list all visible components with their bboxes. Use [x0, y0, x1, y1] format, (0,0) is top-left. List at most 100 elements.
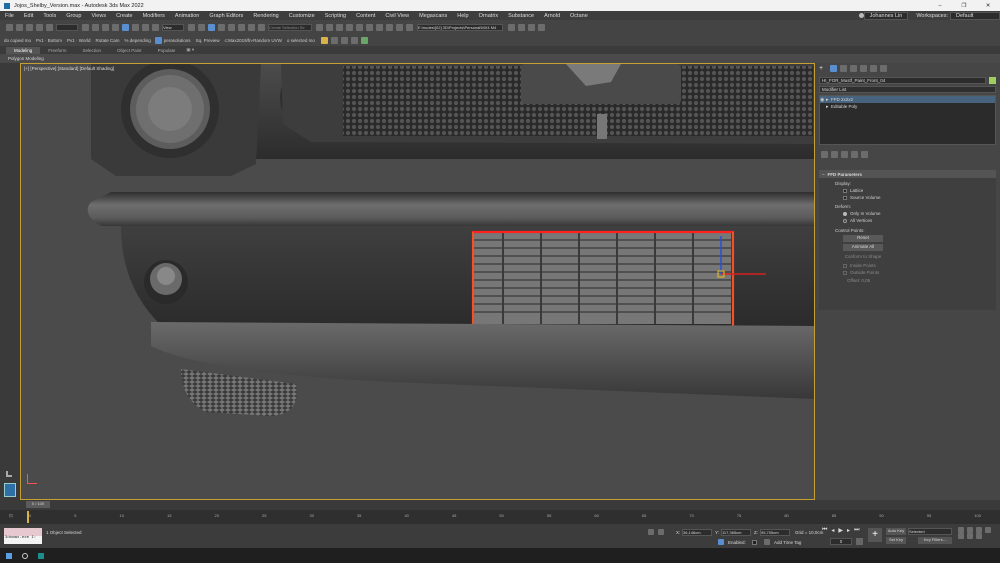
spinner-snap-icon[interactable]: [247, 24, 255, 31]
tab-populate[interactable]: Populate: [150, 47, 184, 54]
render-icon[interactable]: [405, 24, 413, 31]
animate-all-button[interactable]: Animate All: [843, 244, 883, 251]
selected-dropdown[interactable]: Selected: [908, 528, 952, 535]
window-tool-icon[interactable]: [351, 37, 359, 44]
pin-stack-icon[interactable]: [820, 150, 828, 158]
open-icon[interactable]: [527, 24, 535, 31]
tab-object-paint[interactable]: Object Paint: [109, 47, 150, 54]
go-to-end-icon[interactable]: ⏭: [854, 527, 859, 534]
reset-button[interactable]: Reset: [843, 235, 883, 242]
make-unique-icon[interactable]: [840, 150, 848, 158]
start-icon[interactable]: [6, 552, 12, 559]
menu-substance[interactable]: Substance: [503, 13, 539, 19]
select-object-icon[interactable]: [81, 24, 89, 31]
workspace-dropdown[interactable]: Default: [950, 11, 1000, 20]
adaptive-degradation-icon[interactable]: [718, 539, 724, 545]
maxscript-text[interactable]: 3dsmax.exe I:: [4, 536, 42, 540]
project-folder-icon[interactable]: [507, 24, 515, 31]
save-icon[interactable]: [517, 24, 525, 31]
redo-icon[interactable]: [15, 24, 23, 31]
menu-edit[interactable]: Edit: [19, 13, 38, 19]
time-slider-thumb[interactable]: 0 / 100: [26, 501, 50, 508]
selection-lock-icon[interactable]: [658, 529, 664, 535]
view-dropdown[interactable]: View: [162, 24, 184, 31]
time-tag-icon[interactable]: [764, 539, 770, 545]
layer-explorer-icon[interactable]: [335, 24, 343, 31]
timeline-ruler[interactable]: ⊡ 0 5 10 15 20 25 30 35 40 45 50 55 60 65 70 75 80 8…: [0, 510, 1000, 524]
maximize-button[interactable]: ❐: [952, 3, 976, 9]
menu-file[interactable]: File: [0, 13, 19, 19]
pan-icon[interactable]: [957, 533, 964, 539]
create-tab-icon[interactable]: +: [819, 65, 823, 72]
stack-item-ffd[interactable]: ◉ ▸ FFD 2x2x2: [820, 96, 995, 103]
menu-content[interactable]: Content: [351, 13, 380, 19]
lock-icon[interactable]: [331, 37, 339, 44]
tab-modeling[interactable]: Modeling: [6, 46, 41, 54]
remove-modifier-icon[interactable]: [850, 150, 858, 158]
menu-create[interactable]: Create: [111, 13, 138, 19]
configure-sets-icon[interactable]: [860, 150, 868, 158]
close-button[interactable]: ✕: [976, 3, 1000, 9]
modifier-list-dropdown[interactable]: Modifier List: [819, 86, 996, 93]
menu-modifiers[interactable]: Modifiers: [138, 13, 170, 19]
play-icon[interactable]: ▶: [838, 527, 843, 534]
ornatrix-icon[interactable]: [321, 37, 329, 44]
add-time-tag[interactable]: Add Time Tag: [774, 540, 801, 545]
coord-z-field[interactable]: 95,705cm: [760, 529, 790, 536]
menu-megascans[interactable]: Megascans: [414, 13, 452, 19]
offset-spinner[interactable]: Offset: 0,05: [847, 278, 996, 283]
timeline-icon[interactable]: ⊡: [9, 513, 13, 519]
toolbar-item-random-uvw[interactable]: c:Max2019/fn-Random UVW: [225, 38, 282, 43]
lattice-checkbox[interactable]: Lattice: [843, 188, 996, 193]
tab-freeform[interactable]: Freeform: [40, 47, 74, 54]
rotate-icon[interactable]: [131, 24, 139, 31]
orbit-icon[interactable]: [966, 533, 973, 539]
only-in-volume-radio[interactable]: Only In Volume: [843, 211, 996, 216]
menu-animation[interactable]: Animation: [170, 13, 204, 19]
ribbon-options-icon[interactable]: ▣ ▾: [183, 47, 197, 53]
search-icon[interactable]: [22, 552, 28, 559]
align-icon[interactable]: [325, 24, 333, 31]
perspective-viewport[interactable]: [20, 63, 815, 500]
ribbon-toggle-icon[interactable]: [345, 24, 353, 31]
menu-civil-view[interactable]: Civil View: [380, 13, 414, 19]
3dsmax-taskbar-icon[interactable]: [38, 552, 44, 559]
move-icon[interactable]: [121, 24, 129, 31]
toolbar-item-copied-mo[interactable]: do copied mo: [4, 38, 31, 43]
snaps-toggle-icon[interactable]: [217, 24, 225, 31]
current-frame-field[interactable]: 0: [830, 538, 852, 545]
previous-frame-icon[interactable]: ◂: [831, 527, 834, 534]
isolate-icon[interactable]: [648, 529, 654, 535]
object-color-swatch[interactable]: [989, 77, 996, 84]
layout-icon[interactable]: [361, 37, 369, 44]
unlink-icon[interactable]: [35, 24, 43, 31]
user-name[interactable]: Johannes Lin: [863, 11, 909, 20]
rollout-header[interactable]: – FFD Parameters: [819, 170, 996, 178]
tab-selection[interactable]: Selection: [75, 47, 110, 54]
all-vertices-radio[interactable]: All Vertices: [843, 218, 996, 223]
motion-tab-icon[interactable]: [849, 64, 857, 72]
edit-named-selection-icon[interactable]: [257, 24, 265, 31]
select-by-name-icon[interactable]: [91, 24, 99, 31]
display-tab-icon[interactable]: [859, 64, 867, 72]
show-end-result-icon[interactable]: [830, 150, 838, 158]
set-key-button[interactable]: Set Key: [886, 537, 906, 544]
project-path-field[interactable]: E:\nudes\[02] 3D\Projects\Personal\MX4 M…: [417, 24, 503, 31]
maximize-viewport-icon[interactable]: [975, 533, 982, 539]
scale-icon[interactable]: [141, 24, 149, 31]
mirror-icon[interactable]: [315, 24, 323, 31]
curve-editor-icon[interactable]: [355, 24, 363, 31]
snapshot-icon[interactable]: [537, 24, 545, 31]
toolbar-item-depending[interactable]: % depending: [125, 38, 151, 43]
cross-tool-icon[interactable]: [341, 37, 349, 44]
expand-layout-icon[interactable]: [6, 471, 12, 477]
source-volume-checkbox[interactable]: Source Volume: [843, 195, 996, 200]
render-setup-icon[interactable]: [385, 24, 393, 31]
percent-snap-icon[interactable]: [237, 24, 245, 31]
link-icon[interactable]: [25, 24, 33, 31]
conform-to-shape-button[interactable]: Conform to Shape: [843, 254, 883, 261]
maxscript-listener[interactable]: 3dsmax.exe I:: [4, 528, 42, 544]
undo-icon[interactable]: [5, 24, 13, 31]
modify-tab-icon[interactable]: [829, 64, 837, 72]
pivot-center-icon[interactable]: [187, 24, 195, 31]
